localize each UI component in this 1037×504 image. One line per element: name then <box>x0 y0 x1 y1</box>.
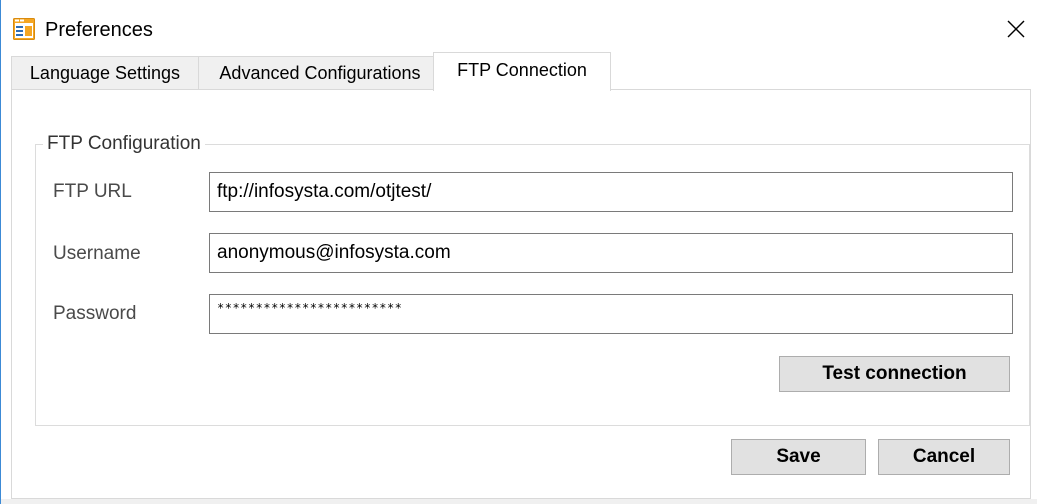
password-label: Password <box>53 303 137 324</box>
preferences-window: Preferences Language Settings Advanced C… <box>0 0 1037 504</box>
group-title: FTP Configuration <box>43 133 205 155</box>
cancel-button[interactable]: Cancel <box>878 439 1010 475</box>
username-label: Username <box>53 243 141 264</box>
ftp-url-label: FTP URL <box>53 181 132 202</box>
tab-label: FTP Connection <box>457 60 587 80</box>
password-input[interactable] <box>209 294 1013 334</box>
preferences-window-icon <box>13 18 35 40</box>
username-input[interactable] <box>209 233 1013 273</box>
window-title: Preferences <box>45 19 153 41</box>
title-bar: Preferences <box>1 0 1037 52</box>
tab-ftp-connection[interactable]: FTP Connection <box>433 52 611 91</box>
close-icon <box>1007 20 1025 38</box>
tab-advanced-configurations[interactable]: Advanced Configurations <box>198 56 442 90</box>
tab-label: Advanced Configurations <box>219 63 421 83</box>
test-connection-button[interactable]: Test connection <box>779 356 1010 392</box>
tab-label: Language Settings <box>29 63 181 83</box>
tab-language-settings[interactable]: Language Settings <box>11 56 199 90</box>
save-button[interactable]: Save <box>731 439 866 475</box>
tab-strip: Language Settings Advanced Configuration… <box>11 52 1031 91</box>
ftp-url-input[interactable] <box>209 172 1013 212</box>
window-bottom-edge <box>1 499 1037 504</box>
close-button[interactable] <box>1000 13 1032 45</box>
